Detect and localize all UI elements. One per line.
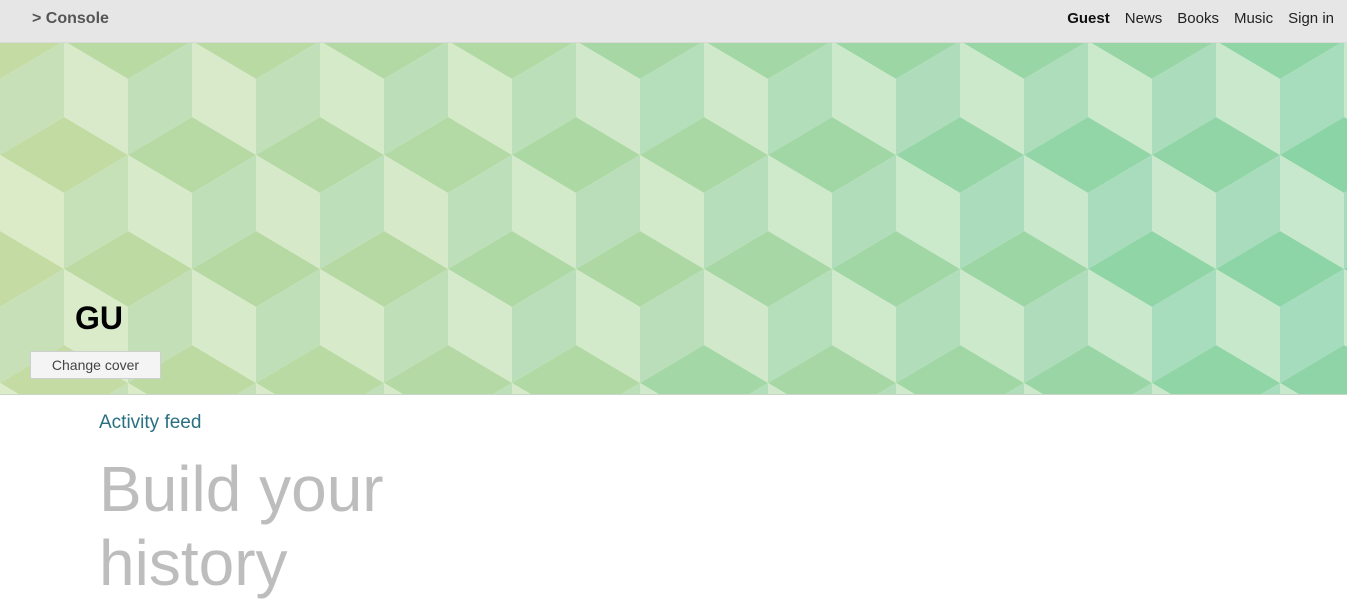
nav-guest[interactable]: Guest: [1067, 9, 1110, 29]
console-home-link[interactable]: > Console: [32, 9, 109, 29]
hero-line-2: history: [99, 527, 288, 599]
activity-feed-link[interactable]: Activity feed: [99, 411, 201, 435]
nav-sign-in[interactable]: Sign in: [1288, 9, 1334, 29]
cubes-pattern: [0, 43, 1347, 394]
top-bar: > Console Guest News Books Music Sign in: [0, 0, 1347, 43]
top-nav: Guest News Books Music Sign in: [1067, 9, 1334, 29]
cover-image: [0, 43, 1347, 395]
change-cover-button[interactable]: Change cover: [30, 351, 161, 379]
nav-news[interactable]: News: [1125, 9, 1163, 29]
nav-music[interactable]: Music: [1234, 9, 1273, 29]
nav-books[interactable]: Books: [1177, 9, 1219, 29]
hero-heading: Build your history: [99, 452, 499, 600]
hero-line-1: Build your: [99, 453, 384, 525]
profile-initials: GU: [75, 300, 123, 336]
